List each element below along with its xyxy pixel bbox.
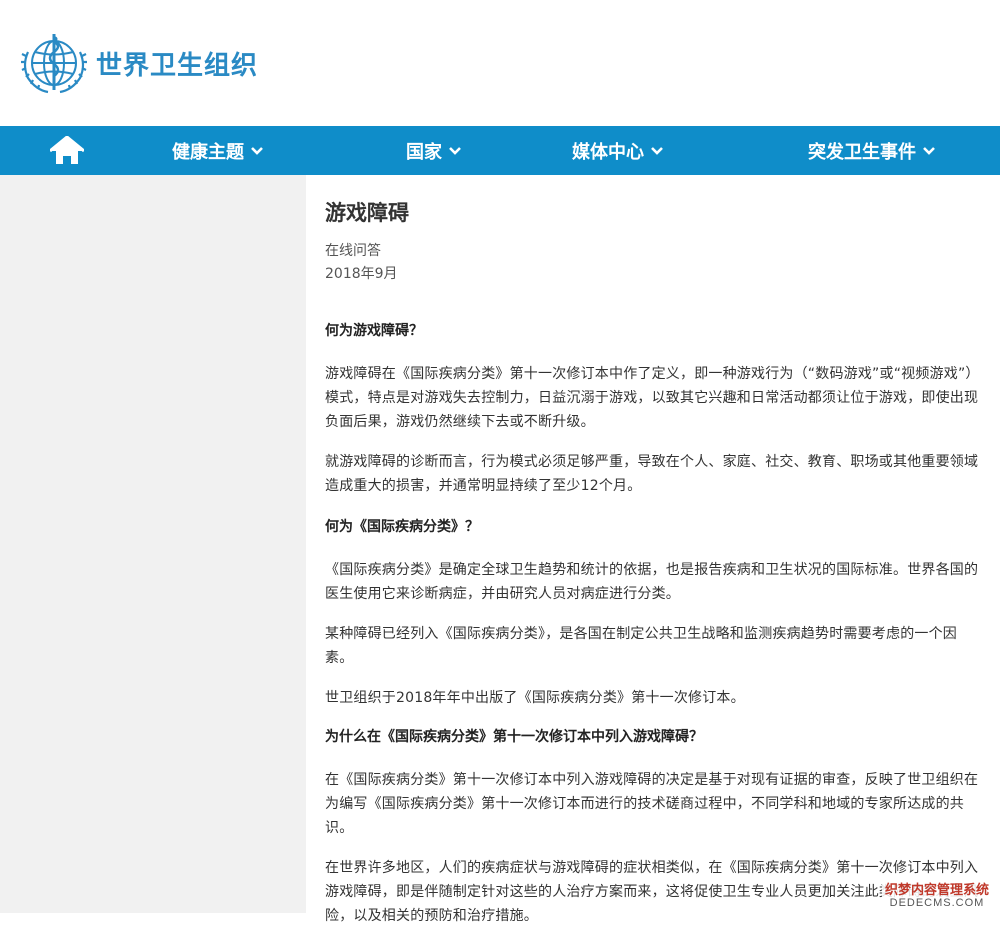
paragraph: 在《国际疾病分类》第十一次修订本中列入游戏障碍的决定是基于对现有证据的审查，反映… <box>325 772 979 836</box>
nav-health-emergencies-label: 突发卫生事件 <box>808 141 916 163</box>
nav-countries-label: 国家 <box>406 141 442 163</box>
chevron-down-icon <box>250 146 264 156</box>
question-heading: 何为游戏障碍？ <box>325 323 423 339</box>
paragraph: 世卫组织于2018年年中出版了《国际疾病分类》第十一次修订本。 <box>325 690 745 706</box>
page-title: 游戏障碍 <box>325 201 409 225</box>
site-header: 世界卫生组织 <box>0 0 1000 126</box>
article-body: 何为游戏障碍？ 游戏障碍在《国际疾病分类》第十一次修订本中作了定义，即一种游戏行… <box>325 320 985 944</box>
chevron-down-icon <box>448 146 462 156</box>
chevron-down-icon <box>922 146 936 156</box>
home-icon <box>50 135 84 166</box>
left-sidebar <box>0 175 306 913</box>
who-emblem-icon <box>20 30 90 96</box>
paragraph: 某种障碍已经列入《国际疾病分类》，是各国在制定公共卫生战略和监测疾病趋势时需要考… <box>325 626 957 666</box>
nav-health-topics[interactable]: 健康主题 <box>172 126 264 175</box>
paragraph: 游戏障碍在《国际疾病分类》第十一次修订本中作了定义，即一种游戏行为（“数码游戏”… <box>325 366 980 430</box>
main-nav: 健康主题 国家 媒体中心 突发卫生事件 <box>0 126 1000 175</box>
nav-countries[interactable]: 国家 <box>406 126 462 175</box>
question-heading: 何为《国际疾病分类》？ <box>325 519 479 535</box>
watermark-line1: 织梦内容管理系统 <box>884 881 989 897</box>
watermark: 织梦内容管理系统 DEDECMS.COM <box>882 881 992 909</box>
question-heading: 为什么在《国际疾病分类》第十一次修订本中列入游戏障碍？ <box>325 729 703 745</box>
paragraph: 《国际疾病分类》是确定全球卫生趋势和统计的依据，也是报告疾病和卫生状况的国际标准… <box>325 562 979 602</box>
nav-home[interactable] <box>50 126 84 175</box>
who-logo-link[interactable]: 世界卫生组织 <box>20 30 258 96</box>
chevron-down-icon <box>650 146 664 156</box>
nav-media-centre[interactable]: 媒体中心 <box>572 126 664 175</box>
article-date: 2018年9月 <box>325 266 398 282</box>
nav-health-topics-label: 健康主题 <box>172 141 244 163</box>
nav-health-emergencies[interactable]: 突发卫生事件 <box>808 126 936 175</box>
article-type: 在线问答 <box>325 243 381 259</box>
watermark-line2: DEDECMS.COM <box>889 896 985 909</box>
org-name: 世界卫生组织 <box>96 50 259 81</box>
paragraph: 就游戏障碍的诊断而言，行为模式必须足够严重，导致在个人、家庭、社交、教育、职场或… <box>325 454 979 494</box>
nav-media-centre-label: 媒体中心 <box>572 141 644 163</box>
